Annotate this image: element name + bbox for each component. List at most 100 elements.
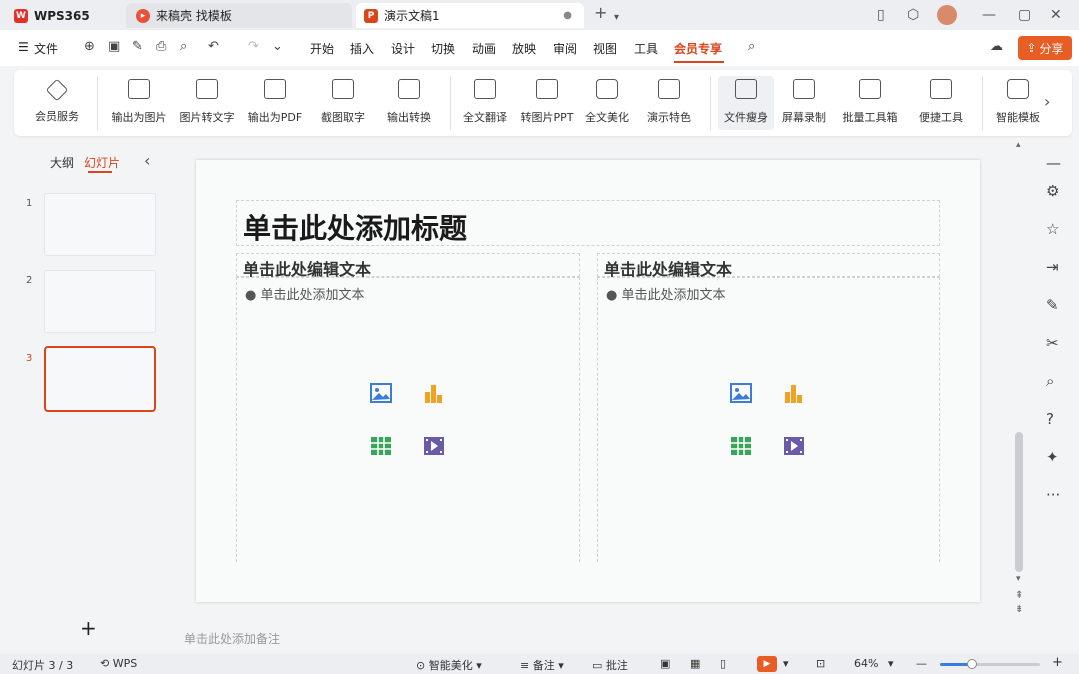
insert-chart-icon[interactable]: [783, 383, 805, 403]
slide-thumbnail-3[interactable]: [44, 346, 156, 412]
share-button[interactable]: ⇪ 分享: [1018, 36, 1072, 60]
menu-file[interactable]: 文件: [34, 40, 58, 57]
add-slide-button[interactable]: +: [80, 616, 97, 640]
hamburger-icon[interactable]: ☰: [18, 40, 29, 54]
tab-document[interactable]: P 演示文稿1 ●: [356, 3, 584, 28]
comments-button[interactable]: ▭ 批注: [592, 657, 628, 673]
insert-video-icon[interactable]: [783, 436, 805, 456]
fit-window-icon[interactable]: ⊡: [816, 657, 825, 670]
convenient-tools-button[interactable]: 便捷工具: [910, 76, 972, 130]
menu-transition[interactable]: 切换: [431, 40, 455, 57]
image-to-text-button[interactable]: 图片转文字: [176, 76, 238, 130]
insert-chart-icon[interactable]: [423, 383, 445, 403]
export-image-button[interactable]: 输出为图片: [108, 76, 170, 130]
cloud-icon[interactable]: ☁: [990, 39, 1003, 54]
insert-picture-icon[interactable]: [370, 383, 392, 403]
notes-toggle-button[interactable]: ≡ 备注 ▾: [520, 657, 564, 673]
presentation-features-button[interactable]: 演示特色: [638, 76, 700, 130]
minimize-icon[interactable]: —: [982, 6, 996, 24]
ribbon-scroll-right-icon[interactable]: ›: [1044, 92, 1050, 111]
plugin-icon[interactable]: ✦: [1046, 448, 1059, 466]
new-file-icon[interactable]: ⊕: [84, 39, 95, 54]
menu-member[interactable]: 会员专享: [674, 40, 722, 57]
edit-document-icon[interactable]: ✎: [1046, 296, 1059, 314]
vertical-scrollbar[interactable]: [1015, 432, 1023, 572]
menu-home[interactable]: 开始: [310, 40, 334, 57]
notes-area[interactable]: 单击此处添加备注: [176, 626, 1016, 652]
tools-cross-icon[interactable]: ✂: [1046, 334, 1059, 352]
print-preview-icon[interactable]: ⌕: [180, 39, 187, 54]
properties-icon[interactable]: ⚙: [1046, 182, 1059, 200]
zoom-out-icon[interactable]: —: [916, 657, 927, 670]
zoom-slider[interactable]: [940, 659, 1040, 669]
translate-button[interactable]: 全文翻译: [458, 76, 512, 130]
tab-template[interactable]: ▸ 来稿壳 找模板: [126, 3, 352, 28]
batch-toolbox-button[interactable]: 批量工具箱: [834, 76, 906, 130]
insert-table-icon[interactable]: [370, 436, 392, 456]
cube-icon[interactable]: ⬡: [907, 6, 919, 24]
transfer-icon[interactable]: ⇥: [1046, 258, 1059, 276]
to-image-ppt-button[interactable]: 转图片PPT: [516, 76, 578, 130]
play-slideshow-button[interactable]: ▶: [757, 656, 777, 672]
more-icon[interactable]: ···: [1046, 486, 1060, 504]
file-slim-button[interactable]: 文件瘦身: [718, 76, 774, 130]
smart-template-button[interactable]: 智能模板: [990, 76, 1046, 130]
collapse-bar-icon[interactable]: —: [1046, 154, 1061, 172]
save-icon[interactable]: ▣: [108, 39, 120, 54]
tab-outline[interactable]: 大纲: [50, 154, 74, 171]
menu-design[interactable]: 设计: [391, 40, 415, 57]
print-icon[interactable]: ⎙: [156, 39, 166, 54]
export-convert-button[interactable]: 输出转换: [378, 76, 440, 130]
scroll-up-icon[interactable]: ▴: [1016, 140, 1021, 150]
layout-icon[interactable]: ▯: [877, 6, 885, 24]
insert-table-icon[interactable]: [730, 436, 752, 456]
tab-wps365[interactable]: W WPS365: [14, 3, 122, 28]
member-service-button[interactable]: 会员服务: [26, 76, 88, 130]
avatar[interactable]: [937, 5, 957, 25]
zoom-chevron-icon[interactable]: ▾: [888, 657, 894, 670]
menu-insert[interactable]: 插入: [350, 40, 374, 57]
close-icon[interactable]: ✕: [1050, 6, 1062, 24]
collapse-panel-icon[interactable]: ‹: [144, 151, 150, 170]
menu-tools[interactable]: 工具: [634, 40, 658, 57]
zoom-in-icon[interactable]: +: [1052, 655, 1063, 670]
favorite-star-icon[interactable]: ☆: [1046, 220, 1059, 238]
slide-thumbnail-1[interactable]: [44, 193, 156, 256]
undo-icon[interactable]: ↶: [208, 39, 219, 54]
prev-slide-icon[interactable]: ⇞: [1015, 590, 1023, 601]
slide-thumbnail-2[interactable]: [44, 270, 156, 333]
screenshot-ocr-button[interactable]: 截图取字: [312, 76, 374, 130]
redo-icon[interactable]: ↷: [248, 39, 259, 54]
search-scan-icon[interactable]: ⌕: [1046, 372, 1054, 390]
play-options-chevron-icon[interactable]: ▾: [783, 657, 789, 670]
search-icon[interactable]: ⌕: [748, 39, 755, 54]
format-painter-icon[interactable]: ✎: [132, 39, 143, 54]
slide-canvas[interactable]: 单击此处添加标题 单击此处编辑文本 ● 单击此处添加文本 单击此处编辑文本 ● …: [196, 160, 980, 602]
menu-slideshow[interactable]: 放映: [512, 40, 536, 57]
smart-beautify-button[interactable]: ⊙ 智能美化 ▾: [416, 657, 482, 673]
menu-animation[interactable]: 动画: [472, 40, 496, 57]
screen-record-button[interactable]: 屏幕录制: [778, 76, 830, 130]
right-heading-placeholder[interactable]: 单击此处编辑文本: [597, 253, 940, 279]
scroll-down-icon[interactable]: ▾: [1016, 574, 1021, 584]
zoom-level[interactable]: 64%: [854, 657, 878, 670]
left-content-placeholder[interactable]: ● 单击此处添加文本: [236, 277, 580, 562]
grid-view-icon[interactable]: ▦: [690, 657, 700, 670]
menu-review[interactable]: 审阅: [553, 40, 577, 57]
wps-status[interactable]: ⟲ WPS: [100, 657, 137, 670]
tab-list-chevron-icon[interactable]: ▾: [614, 9, 619, 27]
reading-view-icon[interactable]: ▯: [720, 657, 726, 670]
insert-video-icon[interactable]: [423, 436, 445, 456]
title-placeholder[interactable]: 单击此处添加标题: [236, 200, 940, 246]
help-icon[interactable]: ?: [1046, 410, 1054, 428]
export-pdf-button[interactable]: 输出为PDF: [244, 76, 306, 130]
tab-slides[interactable]: 幻灯片: [84, 154, 120, 171]
maximize-icon[interactable]: ▢: [1018, 6, 1031, 24]
insert-picture-icon[interactable]: [730, 383, 752, 403]
new-tab-button[interactable]: +: [594, 4, 607, 22]
more-chevron-icon[interactable]: ⌄: [272, 39, 283, 54]
right-content-placeholder[interactable]: ● 单击此处添加文本: [597, 277, 940, 562]
beautify-all-button[interactable]: 全文美化: [580, 76, 634, 130]
left-heading-placeholder[interactable]: 单击此处编辑文本: [236, 253, 580, 279]
next-slide-icon[interactable]: ⇟: [1015, 604, 1023, 615]
